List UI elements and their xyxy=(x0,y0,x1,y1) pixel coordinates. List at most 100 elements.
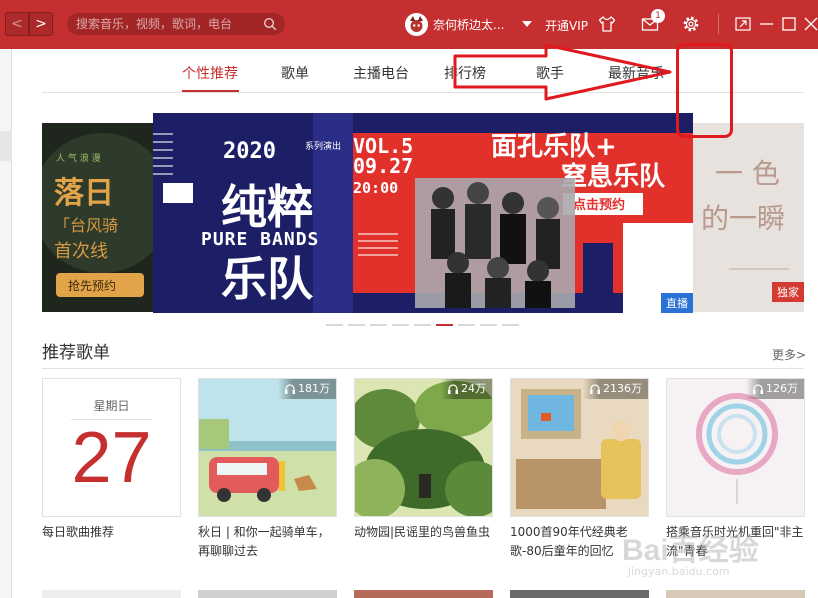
sidebar-selected-item[interactable] xyxy=(0,131,12,161)
carousel-dot[interactable] xyxy=(480,324,497,326)
carousel-dot[interactable] xyxy=(414,324,431,326)
playlist-card-next-row[interactable] xyxy=(198,590,337,598)
tab-playlists[interactable]: 歌单 xyxy=(281,63,309,83)
carousel-dots xyxy=(326,324,526,328)
playlist-card-next-row[interactable] xyxy=(666,590,805,598)
banner-prev-line4: 首次线 xyxy=(54,241,108,262)
more-link[interactable]: 更多> xyxy=(772,346,806,363)
play-count-value: 2136万 xyxy=(603,382,642,395)
section-divider xyxy=(42,368,804,369)
play-count-value: 24万 xyxy=(461,382,486,395)
annotation-highlight-box xyxy=(676,43,733,138)
tab-radio[interactable]: 主播电台 xyxy=(353,63,409,83)
carousel-dot[interactable] xyxy=(436,324,453,326)
banner-title-sub: PURE BANDS xyxy=(201,229,319,250)
play-count: 24万 xyxy=(441,379,492,399)
carousel-dot[interactable] xyxy=(502,324,519,326)
banner-series-label: 系列演出 xyxy=(305,140,341,152)
playlist-card-next-row[interactable] xyxy=(510,590,649,598)
minimize-icon[interactable] xyxy=(757,14,777,34)
user-menu-caret-icon[interactable] xyxy=(522,21,532,27)
play-count: 181万 xyxy=(278,379,336,399)
banner-prev-art: 人 气 浪 漫 落日 「台风骑 首次线 抢先预约 xyxy=(42,123,153,312)
skin-tshirt-icon[interactable] xyxy=(597,14,617,34)
cover-art-retro-tv xyxy=(511,379,648,516)
banner-live-tag: 直播 xyxy=(661,293,693,313)
banner-next-line1: 一 色 xyxy=(715,157,780,190)
forward-button[interactable]: > xyxy=(29,12,53,36)
band-photo xyxy=(415,178,575,308)
close-icon[interactable] xyxy=(801,14,818,34)
tab-recommend[interactable]: 个性推荐 xyxy=(182,63,238,83)
playlist-caption[interactable]: 秋日 | 和你一起骑单车，再聊聊过去 xyxy=(198,523,337,561)
avatar[interactable] xyxy=(405,13,428,36)
carousel-dot[interactable] xyxy=(326,324,343,326)
play-count: 126万 xyxy=(746,379,804,399)
playlist-card[interactable]: 181万 秋日 | 和你一起骑单车，再聊聊过去 xyxy=(198,378,337,561)
cover-art-van xyxy=(199,379,336,516)
watermark-sub: jingyan.baidu.com xyxy=(628,565,730,578)
carousel-dot[interactable] xyxy=(458,324,475,326)
username[interactable]: 奈何桥边太... xyxy=(433,16,513,33)
carousel-dot[interactable] xyxy=(348,324,365,326)
banner-carousel[interactable]: 人 气 浪 漫 落日 「台风骑 首次线 抢先预约 2020 系列演出 纯粹 PU… xyxy=(42,113,804,313)
cover-art-swirl xyxy=(667,379,804,516)
headphones-icon xyxy=(590,384,600,394)
banner-prev-cta: 抢先预约 xyxy=(68,278,116,293)
banner-time: 20:00 xyxy=(353,179,398,197)
playlist-cover[interactable]: 24万 xyxy=(354,378,493,517)
playlist-caption[interactable]: 动物园|民谣里的鸟兽鱼虫 xyxy=(354,523,493,542)
play-count-value: 181万 xyxy=(298,382,330,395)
toolbar-separator xyxy=(718,14,719,34)
carousel-dot[interactable] xyxy=(392,324,409,326)
banner-next[interactable]: 一 色 的一瞬 独家 xyxy=(693,123,804,312)
banner-title-1: 纯粹 xyxy=(221,180,313,234)
sidebar xyxy=(0,49,12,598)
banner-prev-line2: 落日 xyxy=(54,176,114,211)
banner-main[interactable]: 2020 系列演出 纯粹 PURE BANDS 乐队 VOL.5 09.27 2… xyxy=(153,113,693,313)
banner-bands-1: 面孔乐队+ xyxy=(491,132,617,162)
watermark-main: Bai百经验 xyxy=(622,534,759,567)
banner-main-art: 2020 系列演出 纯粹 PURE BANDS 乐队 VOL.5 09.27 2… xyxy=(153,113,693,313)
settings-gear-icon[interactable] xyxy=(681,14,701,34)
playlist-card-next-row[interactable] xyxy=(42,590,181,598)
playlist-cover[interactable]: 126万 xyxy=(666,378,805,517)
headphones-icon xyxy=(285,384,295,394)
back-button[interactable]: < xyxy=(5,12,29,36)
playlist-card-daily[interactable]: 星期日 27 每日歌曲推荐 xyxy=(42,378,181,542)
section-title: 推荐歌单 xyxy=(42,343,110,363)
vip-link[interactable]: 开通VIP xyxy=(545,17,588,34)
cover-art-jungle xyxy=(355,379,492,516)
play-count-value: 126万 xyxy=(766,382,798,395)
banner-series-year: 2020 xyxy=(223,139,276,164)
search-box[interactable] xyxy=(67,13,285,35)
playlist-caption[interactable]: 每日歌曲推荐 xyxy=(42,523,181,542)
carousel-dot[interactable] xyxy=(370,324,387,326)
banner-prev-line3: 「台风骑 xyxy=(54,216,118,235)
playlist-card-next-row[interactable] xyxy=(354,590,493,598)
search-input[interactable] xyxy=(76,16,256,32)
annotation-arrow xyxy=(453,43,672,101)
playlist-card[interactable]: 24万 动物园|民谣里的鸟兽鱼虫 xyxy=(354,378,493,542)
mini-mode-icon[interactable] xyxy=(733,14,753,34)
search-icon[interactable] xyxy=(263,17,277,31)
netease-cloud-music-window: < > 奈何桥边太... 开通VIP 1 xyxy=(0,0,818,598)
playlist-cover[interactable]: 181万 xyxy=(198,378,337,517)
maximize-icon[interactable] xyxy=(779,14,799,34)
active-tab-underline xyxy=(182,90,239,92)
banner-prev[interactable]: 人 气 浪 漫 落日 「台风骑 首次线 抢先预约 xyxy=(42,123,153,312)
banner-next-line2: 的一瞬 xyxy=(701,202,785,235)
headphones-icon xyxy=(448,384,458,394)
banner-date: 09.27 xyxy=(353,154,413,178)
banner-exclusive-tag: 独家 xyxy=(772,282,804,302)
title-bar: < > 奈何桥边太... 开通VIP 1 xyxy=(0,0,818,49)
playlist-cover[interactable]: 2136万 xyxy=(510,378,649,517)
message-badge: 1 xyxy=(651,9,665,23)
watermark: Bai百经验 jingyan.baidu.com xyxy=(622,525,792,585)
daily-calendar-cover[interactable]: 星期日 27 xyxy=(42,378,181,517)
banner-prev-line1: 人 气 浪 漫 xyxy=(56,152,101,164)
daily-weekday: 星期日 xyxy=(93,399,130,413)
banner-title-2: 乐队 xyxy=(221,252,314,306)
daily-day-number: 27 xyxy=(71,418,152,498)
avatar-image xyxy=(405,13,428,36)
